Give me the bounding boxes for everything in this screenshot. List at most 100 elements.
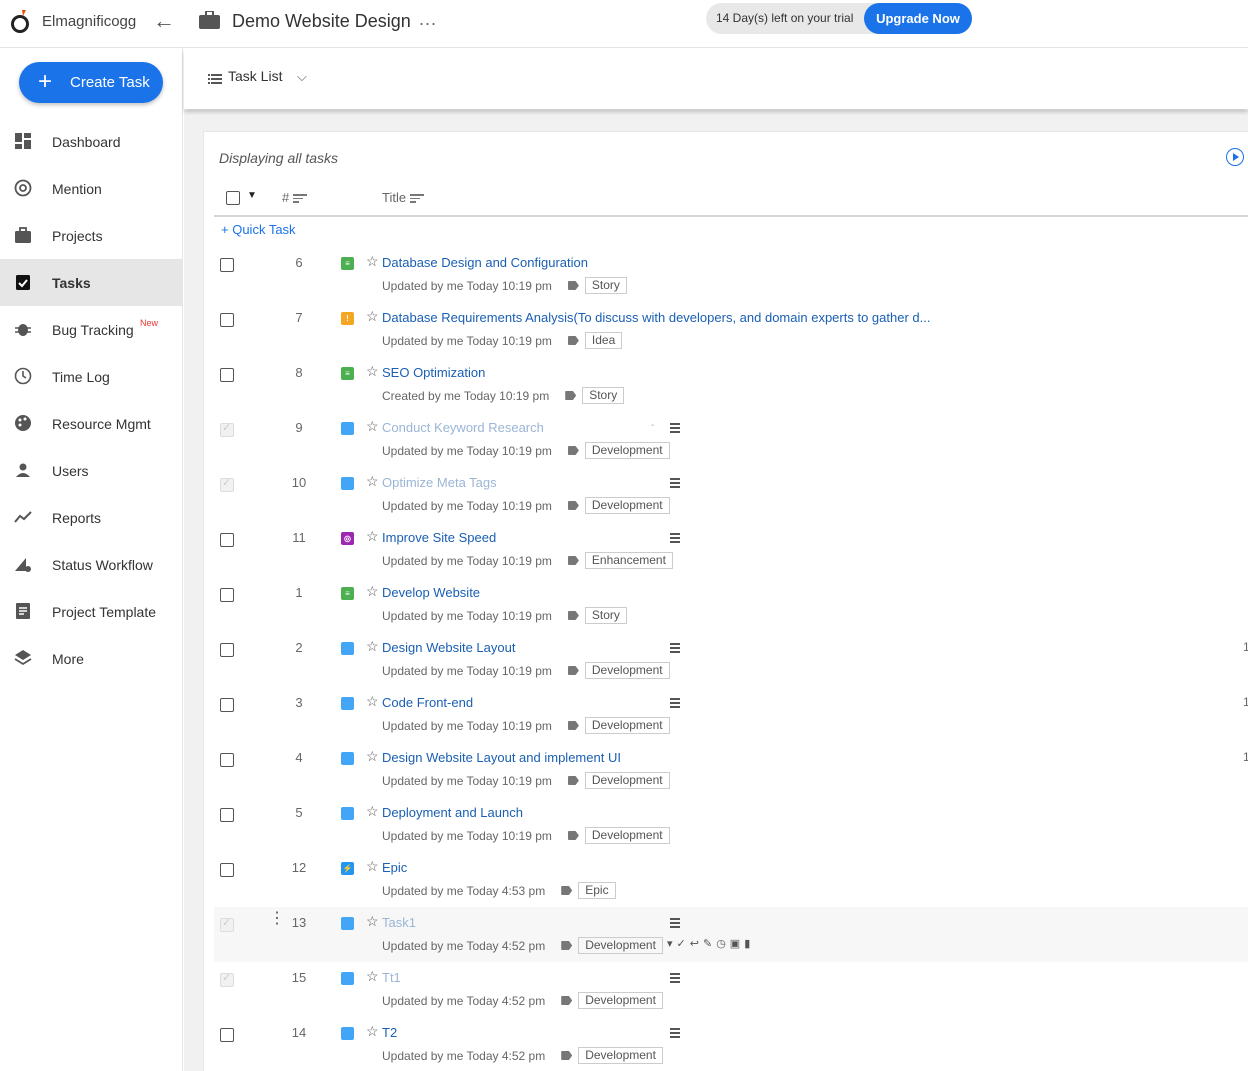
star-icon[interactable]: ☆ <box>366 528 379 545</box>
row-checkbox[interactable] <box>220 588 234 602</box>
sidebar-item-time-log[interactable]: Time Log <box>0 353 183 400</box>
table-row[interactable]: 5 ☆ Deployment and Launch Updated by me Tod… <box>214 797 1248 852</box>
sidebar-item-projects[interactable]: Projects <box>0 212 183 259</box>
subtasks-icon[interactable] <box>670 423 680 433</box>
task-title-link[interactable]: Task1 <box>382 915 416 930</box>
table-row[interactable]: 11 ◎ ☆ Improve Site Speed Updated by me Toda… <box>214 522 1248 577</box>
subtasks-icon[interactable] <box>670 533 680 543</box>
caret-down-icon[interactable]: ▾ <box>667 938 677 950</box>
row-checkbox[interactable] <box>220 368 234 382</box>
star-icon[interactable]: ☆ <box>366 1023 379 1040</box>
select-all-checkbox[interactable] <box>226 191 240 205</box>
subtasks-icon[interactable] <box>670 698 680 708</box>
row-checkbox[interactable] <box>220 916 234 932</box>
task-tag[interactable]: Development <box>578 1047 663 1064</box>
row-checkbox[interactable] <box>220 1028 234 1042</box>
back-arrow-icon[interactable]: ← <box>153 10 175 32</box>
sidebar-item-project-template[interactable]: Project Template <box>0 588 183 635</box>
sidebar-item-more[interactable]: More <box>0 635 183 682</box>
task-title-link[interactable]: Develop Website <box>382 585 480 600</box>
project-more-icon[interactable]: ... <box>419 9 437 30</box>
row-checkbox[interactable] <box>220 258 234 272</box>
task-tag[interactable]: Enhancement <box>584 552 673 569</box>
sidebar-item-mention[interactable]: Mention <box>0 165 183 212</box>
row-checkbox[interactable] <box>220 533 234 547</box>
task-title-link[interactable]: Conduct Keyword Research <box>382 420 544 435</box>
task-tag[interactable]: Development <box>584 442 670 459</box>
trash-icon[interactable]: ▮ <box>744 938 754 950</box>
sidebar-item-users[interactable]: Users <box>0 447 183 494</box>
table-row[interactable]: 12 ⚡ ☆ Epic Updated by me Today 4:53 pm Epic <box>214 852 1248 907</box>
sidebar-item-bug-tracking[interactable]: Bug Tracking New <box>0 306 183 353</box>
row-checkbox[interactable] <box>220 643 234 657</box>
task-title-link[interactable]: Improve Site Speed <box>382 530 496 545</box>
sidebar-item-tasks[interactable]: Tasks <box>0 259 183 306</box>
row-checkbox[interactable] <box>220 753 234 767</box>
row-checkbox[interactable] <box>220 971 234 987</box>
star-icon[interactable]: ☆ <box>366 858 379 875</box>
quick-task-button[interactable]: + Quick Task <box>221 222 296 237</box>
sidebar-item-status-workflow[interactable]: Status Workflow <box>0 541 183 588</box>
task-title-link[interactable]: Code Front-end <box>382 695 473 710</box>
star-icon[interactable]: ☆ <box>366 803 379 820</box>
table-row[interactable]: 6 ≡ ☆ Database Design and Configuration Upda… <box>214 247 1248 302</box>
task-title-link[interactable]: Deployment and Launch <box>382 805 523 820</box>
task-tag[interactable]: Development <box>584 717 670 734</box>
star-icon[interactable]: ☆ <box>366 913 379 930</box>
star-icon[interactable]: ☆ <box>366 418 379 435</box>
table-row[interactable]: 8 ≡ ☆ SEO Optimization Created by me Today 1… <box>214 357 1248 412</box>
pencil-icon[interactable]: ✎ <box>703 938 716 950</box>
table-row[interactable]: 4 ☆ Design Website Layout and implement UI… <box>214 742 1248 797</box>
table-row[interactable]: 7! ☆ Database Requirements Analysis(To dis… <box>214 302 1248 357</box>
task-title-link[interactable]: Tt1 <box>382 970 401 985</box>
table-row[interactable]: 14 ☆ T2 Updated by me Today 4:52 pm Developm… <box>214 1017 1248 1071</box>
row-checkbox[interactable] <box>220 421 234 437</box>
sidebar-item-resource-mgmt[interactable]: Resource Mgmt <box>0 400 183 447</box>
task-tag[interactable]: Development <box>578 937 663 954</box>
star-icon[interactable]: ☆ <box>366 748 379 765</box>
task-tag[interactable]: Epic <box>578 882 616 899</box>
upgrade-now-button[interactable]: Upgrade Now <box>864 3 972 34</box>
sidebar-item-reports[interactable]: Reports <box>0 494 183 541</box>
table-row[interactable]: 9 ☆Conduct Keyword Research Updated by me … <box>214 412 1248 467</box>
column-header-number[interactable]: # <box>282 190 308 205</box>
sidebar-item-dashboard[interactable]: Dashboard <box>0 118 183 165</box>
task-title-link[interactable]: Database Requirements Analysis(To discus… <box>382 310 930 325</box>
table-row[interactable]: ⋮ 13 ☆Task1 Updated by me Today 4:52 pm Deve… <box>214 907 1248 962</box>
row-checkbox[interactable] <box>220 808 234 822</box>
column-header-title[interactable]: Title <box>382 190 425 205</box>
task-tag[interactable]: Development <box>584 662 670 679</box>
star-icon[interactable]: ☆ <box>366 638 379 655</box>
star-icon[interactable]: ☆ <box>366 583 379 600</box>
star-icon[interactable]: ☆ <box>366 473 379 490</box>
subtasks-icon[interactable] <box>670 1028 680 1038</box>
task-title-link[interactable]: Optimize Meta Tags <box>382 475 497 490</box>
caret-down-icon[interactable]: ▼ <box>247 190 257 201</box>
check-icon[interactable]: ✓ <box>677 938 690 950</box>
task-title-link[interactable]: Epic <box>382 860 407 875</box>
play-icon[interactable] <box>1226 148 1244 166</box>
task-tag[interactable]: Development <box>584 827 670 844</box>
subtasks-icon[interactable] <box>670 918 680 928</box>
task-title-link[interactable]: T2 <box>382 1025 397 1040</box>
task-tag[interactable]: Development <box>578 992 663 1009</box>
subtasks-icon[interactable] <box>670 643 680 653</box>
table-row[interactable]: 3 ☆ Code Front-end Updated by me Today 10:1… <box>214 687 1248 742</box>
table-row[interactable]: 1 ≡ ☆ Develop Website Updated by me Today 10… <box>214 577 1248 632</box>
star-icon[interactable]: ☆ <box>366 693 379 710</box>
table-row[interactable]: 15 ☆Tt1 Updated by me Today 4:52 pm Develop… <box>214 962 1248 1017</box>
row-checkbox[interactable] <box>220 863 234 877</box>
row-checkbox[interactable] <box>220 313 234 327</box>
row-checkbox[interactable] <box>220 698 234 712</box>
star-icon[interactable]: ☆ <box>366 968 379 985</box>
task-tag[interactable]: Development <box>584 497 670 514</box>
subtasks-icon[interactable] <box>670 478 680 488</box>
archive-icon[interactable]: ▣ <box>730 938 744 950</box>
chevron-down-icon[interactable]: ⌵ <box>297 69 307 85</box>
create-task-button[interactable]: + Create Task <box>19 62 163 103</box>
reply-icon[interactable]: ↩ <box>690 938 703 950</box>
task-title-link[interactable]: SEO Optimization <box>382 365 485 380</box>
subtasks-icon[interactable] <box>670 973 680 983</box>
task-title-link[interactable]: Design Website Layout and implement UI <box>382 750 621 765</box>
task-tag[interactable]: Idea <box>584 332 623 349</box>
